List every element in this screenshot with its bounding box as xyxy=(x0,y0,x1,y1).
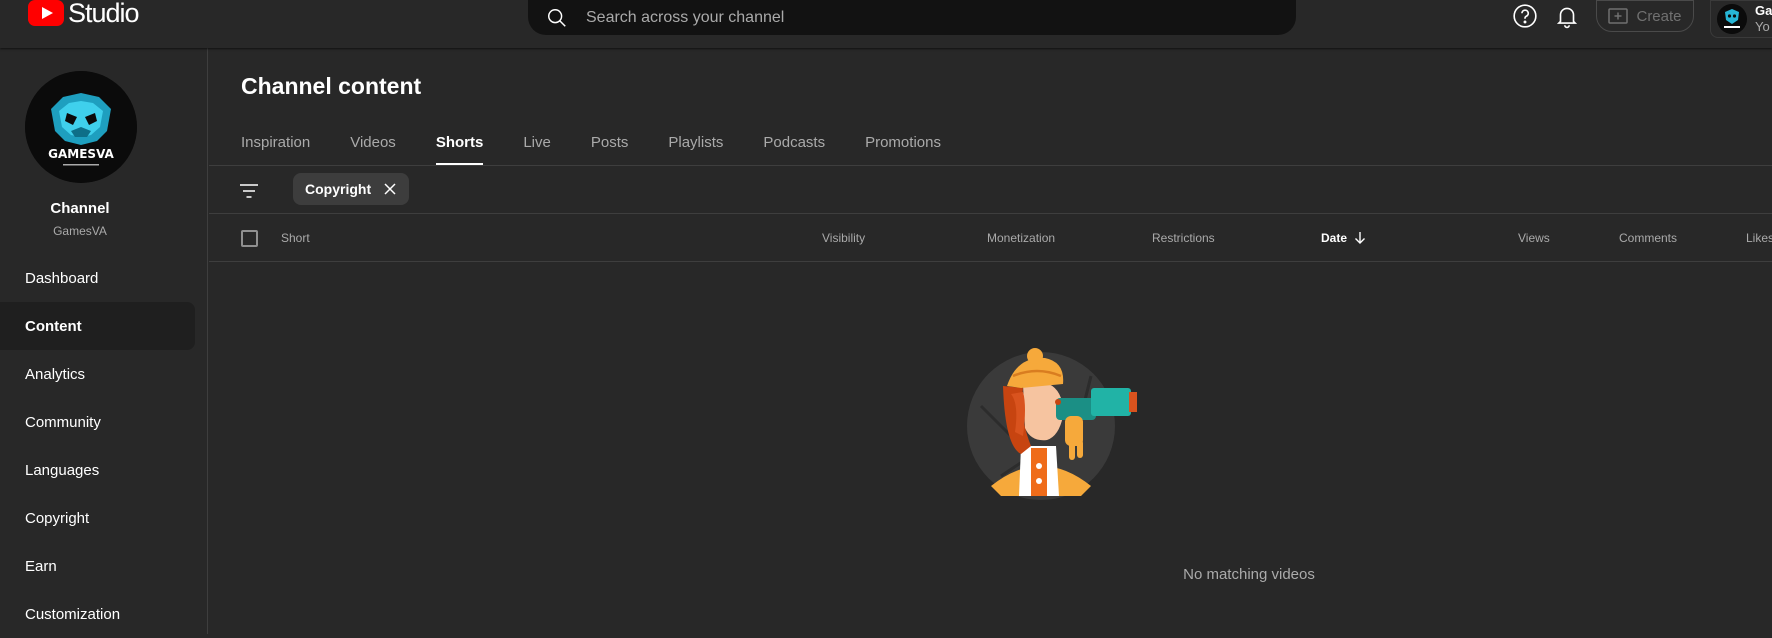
main-content: Channel content Inspiration Videos Short… xyxy=(209,48,1772,634)
help-icon[interactable] xyxy=(1512,3,1538,29)
create-label: Create xyxy=(1636,7,1682,25)
account-line-1: Ga xyxy=(1755,3,1772,18)
page-title: Channel content xyxy=(241,73,422,99)
tab-posts[interactable]: Posts xyxy=(591,126,629,166)
tab-inspiration[interactable]: Inspiration xyxy=(241,126,310,166)
search-bar[interactable] xyxy=(528,0,1296,35)
account-avatar xyxy=(1717,4,1747,34)
column-comments[interactable]: Comments xyxy=(1619,214,1677,262)
empty-state-binoculars-illustration xyxy=(967,348,1137,500)
sidebar-item-content[interactable]: Content xyxy=(0,302,195,350)
tab-videos[interactable]: Videos xyxy=(350,126,396,166)
close-icon[interactable] xyxy=(383,182,397,196)
logo-text: Studio xyxy=(68,0,140,28)
sidebar-nav: Dashboard Content Analytics Community La… xyxy=(0,254,208,638)
filter-chip-copyright[interactable]: Copyright xyxy=(293,173,410,205)
sidebar-item-earn[interactable]: Earn xyxy=(0,542,195,590)
channel-name: GamesVA xyxy=(53,224,107,238)
select-all-checkbox[interactable] xyxy=(241,230,258,247)
tab-shorts[interactable]: Shorts xyxy=(435,126,483,166)
table-header-divider xyxy=(209,261,1772,262)
sidebar: GAMESVA Channel GamesVA Dashboard Conten… xyxy=(0,48,208,634)
top-bar: Studio Create xyxy=(0,0,1772,48)
column-views[interactable]: Views xyxy=(1518,214,1550,262)
create-video-icon xyxy=(1608,8,1629,24)
sidebar-item-languages[interactable]: Languages xyxy=(0,446,195,494)
sidebar-item-dashboard[interactable]: Dashboard xyxy=(0,254,195,302)
tab-live[interactable]: Live xyxy=(523,126,551,166)
account-button[interactable]: Ga Yo xyxy=(1710,0,1772,38)
column-restrictions[interactable]: Restrictions xyxy=(1152,214,1215,262)
column-visibility[interactable]: Visibility xyxy=(822,214,865,262)
sidebar-item-analytics[interactable]: Analytics xyxy=(0,350,195,398)
sidebar-item-copyright[interactable]: Copyright xyxy=(0,494,195,542)
column-date-label: Date xyxy=(1321,231,1348,245)
studio-logo[interactable]: Studio xyxy=(28,0,140,30)
column-likes[interactable]: Likes xyxy=(1746,214,1772,262)
tabs-divider xyxy=(209,165,1772,166)
avatar-logo-text: GAMESVA xyxy=(48,147,114,161)
filter-icon[interactable] xyxy=(237,179,261,203)
search-icon xyxy=(548,8,566,27)
youtube-play-icon xyxy=(28,0,64,26)
filter-chip-label: Copyright xyxy=(305,181,372,197)
table-header: Short Visibility Monetization Restrictio… xyxy=(209,214,1772,262)
account-line-2: Yo xyxy=(1755,19,1770,34)
notifications-bell-icon[interactable] xyxy=(1554,3,1580,29)
empty-state-message: No matching videos xyxy=(1183,566,1315,583)
search-input[interactable] xyxy=(586,8,1186,27)
sort-arrow-down-icon xyxy=(1355,232,1366,244)
content-tabs: Inspiration Videos Shorts Live Posts Pla… xyxy=(241,126,981,166)
channel-label: Channel xyxy=(50,200,110,217)
channel-avatar[interactable]: GAMESVA xyxy=(25,71,137,183)
sidebar-item-customization[interactable]: Customization xyxy=(0,590,195,638)
column-monetization[interactable]: Monetization xyxy=(987,214,1055,262)
column-short[interactable]: Short xyxy=(281,214,310,262)
column-date[interactable]: Date xyxy=(1321,214,1366,262)
account-text: Ga Yo xyxy=(1755,3,1772,35)
tab-promotions[interactable]: Promotions xyxy=(865,126,941,166)
tab-podcasts[interactable]: Podcasts xyxy=(763,126,825,166)
sidebar-item-community[interactable]: Community xyxy=(0,398,195,446)
tab-playlists[interactable]: Playlists xyxy=(668,126,723,166)
create-button[interactable]: Create xyxy=(1596,0,1694,32)
